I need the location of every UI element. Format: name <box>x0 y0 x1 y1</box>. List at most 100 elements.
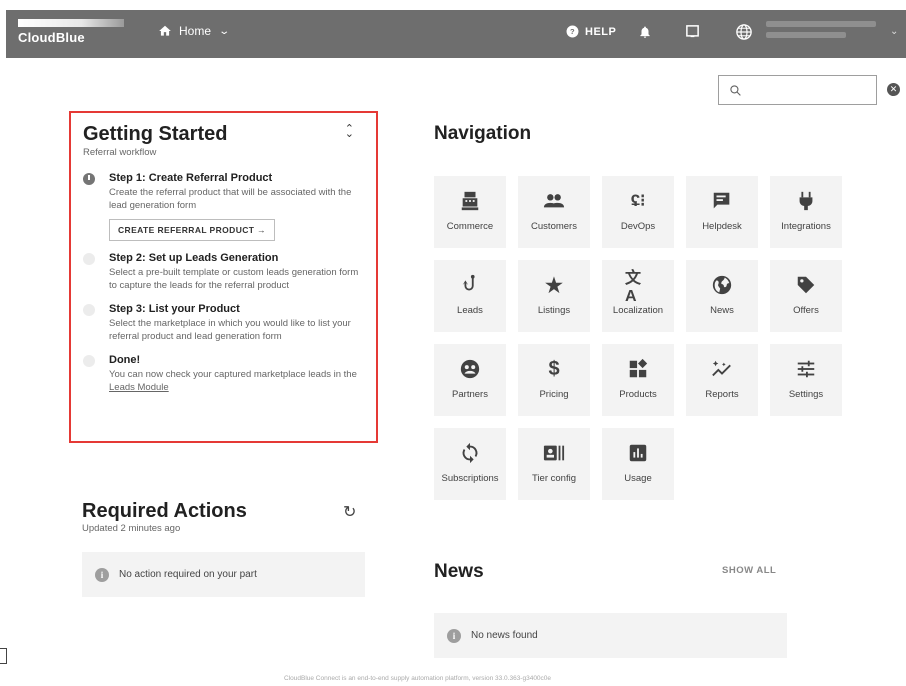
step-active-icon <box>83 173 95 185</box>
getting-started-subtitle: Referral workflow <box>83 147 157 158</box>
news-message: i No news found <box>434 613 787 658</box>
home-label: Home <box>179 24 212 38</box>
nav-tile-label: Products <box>619 389 657 400</box>
nav-tile-settings[interactable]: Settings <box>770 344 842 416</box>
nav-tile-partners[interactable]: Partners <box>434 344 506 416</box>
navigation-grid: Commerce Customers ʢ⁝ DevOps Helpdesk In… <box>434 176 842 500</box>
search-icon <box>730 84 741 96</box>
clear-search-icon[interactable]: ✕ <box>887 83 900 96</box>
devops-icon: ʢ⁝ <box>630 191 646 210</box>
chevron-down-icon: ⌄ <box>218 25 231 37</box>
nav-tile-devops[interactable]: ʢ⁝ DevOps <box>602 176 674 248</box>
step-description-text: You can now check your captured marketpl… <box>109 369 357 380</box>
step-description: Select a pre-built template or custom le… <box>109 267 359 291</box>
dollar-icon: $ <box>548 357 560 380</box>
step-pending-icon <box>83 304 95 316</box>
step-3: Step 3: List your Product Select the mar… <box>83 303 364 343</box>
info-icon: i <box>95 567 109 582</box>
handshake-icon <box>457 357 483 381</box>
register-icon <box>457 189 483 213</box>
widgets-icon <box>625 357 651 381</box>
nav-tile-label: News <box>710 305 734 316</box>
brand-name: CloudBlue <box>18 30 85 45</box>
plug-icon <box>793 189 819 213</box>
nav-tile-label: Integrations <box>781 221 831 232</box>
create-referral-product-button[interactable]: CREATE REFERRAL PRODUCT → <box>109 219 276 241</box>
navigation-title: Navigation <box>434 123 532 144</box>
step-description: Select the marketplace in which you woul… <box>109 318 351 342</box>
required-actions-text: No action required on your part <box>119 569 257 580</box>
nav-tile-label: Pricing <box>539 389 569 400</box>
nav-tile-label: Localization <box>612 305 664 316</box>
globe-icon[interactable] <box>735 23 753 41</box>
help-icon: ? <box>566 25 579 38</box>
side-panel-handle[interactable] <box>0 648 7 664</box>
people-icon <box>541 189 567 213</box>
sparkline-icon <box>709 357 735 381</box>
nav-tile-label: Customers <box>531 221 577 232</box>
nav-tile-integrations[interactable]: Integrations <box>770 176 842 248</box>
step-1: Step 1: Create Referral Product Create t… <box>83 172 364 241</box>
nav-tile-offers[interactable]: Offers <box>770 260 842 332</box>
top-bar: CloudBlue Home ⌄ ? HELP ⌄ <box>6 10 906 58</box>
leads-module-link[interactable]: Leads Module <box>109 382 169 393</box>
nav-tile-label: Listings <box>537 305 571 316</box>
bar-chart-icon <box>625 441 651 465</box>
help-button[interactable]: ? HELP <box>566 25 616 38</box>
footer-text: CloudBlue Connect is an end-to-end suppl… <box>284 675 552 682</box>
brand-logo[interactable]: CloudBlue <box>18 19 128 45</box>
home-icon <box>159 25 171 36</box>
bell-icon[interactable] <box>638 24 652 40</box>
nav-tile-label: Subscriptions <box>441 473 499 484</box>
search-input[interactable] <box>748 83 858 97</box>
step-2: Step 2: Set up Leads Generation Select a… <box>83 252 364 292</box>
svg-text:?: ? <box>570 27 575 36</box>
collapse-icon[interactable]: ⌃ ⌄ <box>345 124 354 140</box>
nav-tile-subscriptions[interactable]: Subscriptions <box>434 428 506 500</box>
show-all-link[interactable]: SHOW ALL <box>722 565 776 576</box>
home-menu-button[interactable]: Home ⌄ <box>158 24 231 38</box>
refresh-icon[interactable]: ↻ <box>343 502 356 522</box>
news-title: News <box>434 561 484 582</box>
nav-tile-reports[interactable]: Reports <box>686 344 758 416</box>
nav-tile-leads[interactable]: Leads <box>434 260 506 332</box>
nav-tile-label: Commerce <box>446 221 494 232</box>
nav-tile-pricing[interactable]: $ Pricing <box>518 344 590 416</box>
feedback-icon <box>709 189 735 213</box>
nav-tile-commerce[interactable]: Commerce <box>434 176 506 248</box>
step-title: Done! <box>109 354 141 366</box>
step-description: Create the referral product that will be… <box>109 187 352 211</box>
required-actions-title: Required Actions <box>82 500 247 522</box>
nav-tile-helpdesk[interactable]: Helpdesk <box>686 176 758 248</box>
tier-icon <box>541 441 567 465</box>
nav-tile-customers[interactable]: Customers <box>518 176 590 248</box>
nav-tile-tier-config[interactable]: Tier config <box>518 428 590 500</box>
nav-tile-listings[interactable]: ★ Listings <box>518 260 590 332</box>
nav-tile-label: Settings <box>788 389 824 400</box>
info-icon: i <box>447 628 461 643</box>
globe-icon <box>709 273 735 297</box>
nav-tile-label: Usage <box>624 473 652 484</box>
nav-tile-news[interactable]: News <box>686 260 758 332</box>
star-icon: ★ <box>545 274 563 297</box>
nav-tile-usage[interactable]: Usage <box>602 428 674 500</box>
step-done: Done! You can now check your captured ma… <box>83 354 364 394</box>
user-account-menu[interactable] <box>766 21 886 43</box>
nav-tile-localization[interactable]: 文A Localization <box>602 260 674 332</box>
required-actions-message: i No action required on your part <box>82 552 365 597</box>
step-pending-icon <box>83 355 95 367</box>
step-title: Step 2: Set up Leads Generation <box>109 252 279 264</box>
nav-tile-label: Offers <box>793 305 819 316</box>
steps-list: Step 1: Create Referral Product Create t… <box>83 172 364 394</box>
nav-tile-label: Partners <box>452 389 488 400</box>
news-text: No news found <box>471 630 538 641</box>
nav-tile-label: Leads <box>457 305 483 316</box>
nav-tile-label: Reports <box>705 389 739 400</box>
tablet-icon[interactable] <box>685 24 700 39</box>
search-box[interactable] <box>718 75 877 105</box>
nav-tile-products[interactable]: Products <box>602 344 674 416</box>
sliders-icon <box>793 357 819 381</box>
sync-icon <box>457 441 483 465</box>
chevron-down-icon[interactable]: ⌄ <box>890 26 898 37</box>
brand-strip <box>18 19 124 27</box>
